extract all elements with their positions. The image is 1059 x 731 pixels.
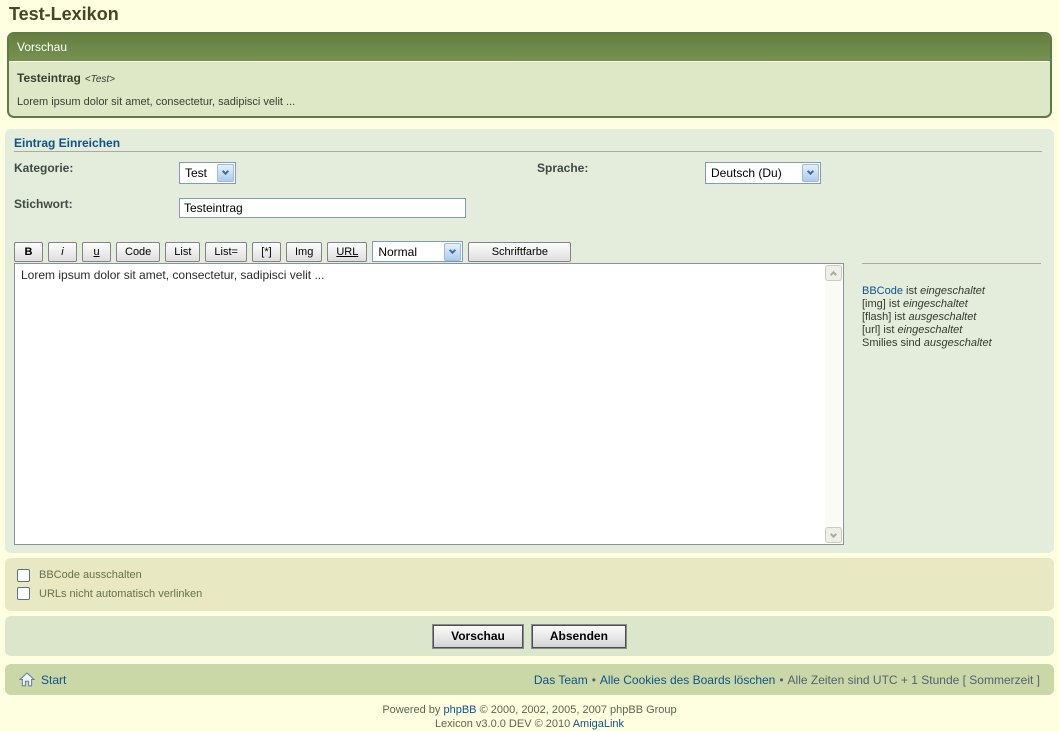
preview-entry-text: Lorem ipsum dolor sit amet, consectetur,… [17, 96, 1042, 108]
footer-bar: Start Das Team • Alle Cookies des Boards l… [5, 664, 1054, 695]
fontsize-select-value: Normal [378, 245, 440, 259]
status-divider [862, 263, 1041, 264]
kategorie-select[interactable]: Test [179, 162, 236, 184]
option-row-urls: URLs nicht automatisch verlinken [17, 587, 1042, 600]
credits: Powered by phpBB © 2000, 2002, 2005, 200… [0, 703, 1059, 731]
preview-panel-body: Testeintrag <Test> Lorem ipsum dolor sit … [9, 62, 1050, 115]
preview-entry-category: <Test> [85, 74, 115, 85]
message-textarea[interactable]: Lorem ipsum dolor sit amet, consectetur,… [15, 264, 843, 544]
underline-button[interactable]: u [82, 242, 111, 262]
footer-separator: • [592, 673, 596, 687]
chevron-down-icon [444, 243, 461, 261]
message-editor: Lorem ipsum dolor sit amet, consectetur,… [14, 263, 844, 545]
fontcolor-button[interactable]: Schriftfarbe [468, 242, 571, 262]
preview-button[interactable]: Vorschau [433, 625, 523, 648]
options-panel: BBCode ausschalten URLs nicht automatisc… [5, 558, 1054, 611]
form-heading-divider [14, 151, 1042, 152]
page-title: Test-Lexikon [9, 4, 1059, 25]
stichwort-input[interactable] [179, 198, 466, 218]
lexicon-line: Lexicon v3.0.0 DEV © 2010 AmigaLink [0, 717, 1059, 731]
italic-button[interactable]: i [48, 242, 77, 262]
urls-nolink-label: URLs nicht automatisch verlinken [39, 588, 202, 600]
img-button[interactable]: Img [286, 242, 322, 262]
sprache-label: Sprache: [537, 161, 588, 175]
preview-entry-title: Testeintrag [17, 71, 81, 85]
list-button[interactable]: List [165, 242, 200, 262]
amigalink-link[interactable]: AmigaLink [573, 718, 624, 730]
form-heading: Eintrag Einreichen [14, 136, 120, 150]
kategorie-select-value: Test [185, 166, 213, 180]
chevron-down-icon [802, 164, 819, 182]
stichwort-label: Stichwort: [14, 197, 73, 211]
start-link[interactable]: Start [41, 673, 66, 687]
code-button[interactable]: Code [116, 242, 160, 262]
home-icon [19, 672, 35, 687]
footer-left: Start [19, 672, 66, 687]
bbcode-status-line: BBCode ist eingeschaltet [862, 285, 992, 298]
urls-nolink-checkbox[interactable] [17, 587, 30, 600]
preview-entry-heading: Testeintrag <Test> [17, 69, 1042, 87]
bold-button[interactable]: B [14, 242, 43, 262]
sprache-select[interactable]: Deutsch (Du) [705, 162, 821, 184]
timezone-text: Alle Zeiten sind UTC + 1 Stunde [ Sommer… [788, 673, 1040, 687]
fontsize-select[interactable]: Normal [372, 241, 463, 262]
chevron-down-icon [217, 164, 234, 182]
powered-by-line: Powered by phpBB © 2000, 2002, 2005, 200… [0, 703, 1059, 717]
team-link[interactable]: Das Team [534, 673, 588, 687]
option-row-bbcode: BBCode ausschalten [17, 569, 1042, 582]
bbcode-status-list: BBCode ist eingeschaltet [img] ist einge… [862, 285, 992, 350]
bbcode-status-line: [flash] ist ausgeschaltet [862, 311, 992, 324]
kategorie-label: Kategorie: [14, 161, 73, 175]
bbcode-toolbar: B i u Code List List= [*] Img URL Normal… [14, 241, 571, 262]
bbcode-status-line: Smilies sind ausgeschaltet [862, 337, 992, 350]
delete-cookies-link[interactable]: Alle Cookies des Boards löschen [600, 673, 775, 687]
scroll-up-icon[interactable] [825, 265, 842, 281]
sprache-select-value: Deutsch (Du) [711, 166, 798, 180]
preview-panel: Vorschau Testeintrag <Test> Lorem ipsum d… [7, 32, 1052, 118]
bbcode-status-line: [img] ist eingeschaltet [862, 298, 992, 311]
url-button[interactable]: URL [327, 242, 367, 262]
entry-form-panel: Eintrag Einreichen Kategorie: Test Sprac… [5, 129, 1054, 553]
submit-panel: Vorschau Absenden [5, 616, 1054, 656]
bbcode-faq-link[interactable]: BBCode [862, 285, 903, 297]
footer-right: Das Team • Alle Cookies des Boards löschen… [534, 673, 1040, 687]
textarea-scrollbar[interactable] [825, 265, 842, 543]
list-item-button[interactable]: [*] [252, 242, 281, 262]
scroll-down-icon[interactable] [825, 527, 842, 543]
bbcode-off-label: BBCode ausschalten [39, 569, 142, 581]
bbcode-status-line: [url] ist eingeschaltet [862, 324, 992, 337]
preview-panel-header: Vorschau [9, 34, 1050, 62]
ordered-list-button[interactable]: List= [205, 242, 247, 262]
bbcode-off-checkbox[interactable] [17, 569, 30, 582]
footer-separator: • [779, 673, 783, 687]
submit-button[interactable]: Absenden [532, 625, 626, 648]
phpbb-link[interactable]: phpBB [443, 704, 476, 716]
